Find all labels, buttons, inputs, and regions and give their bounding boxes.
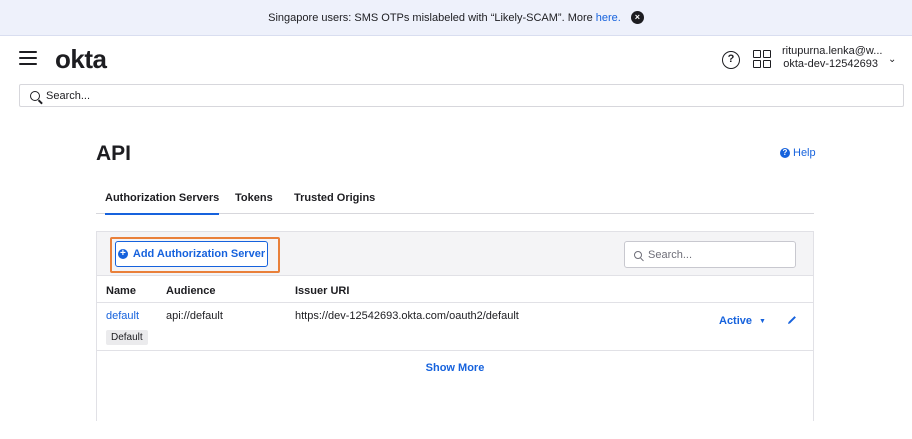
okta-logo[interactable]: okta [55,44,107,75]
chevron-down-icon[interactable]: ⌄ [888,54,896,65]
user-name: ritupurna.lenka@w... [782,45,883,57]
tab-tokens[interactable]: Tokens [235,185,273,214]
divider [97,302,813,303]
help-icon[interactable]: ? [722,51,740,69]
help-link[interactable]: ? Help [780,147,816,159]
banner-message: Singapore users: SMS OTPs mislabeled wit… [268,11,593,24]
announcement-banner: Singapore users: SMS OTPs mislabeled wit… [0,0,912,36]
status-label: Active [719,315,753,327]
add-button-label: Add Authorization Server [132,248,266,260]
banner-link[interactable]: here. [596,12,621,24]
help-icon: ? [780,148,790,158]
global-search-input[interactable] [46,89,346,102]
audience-value: api://default [166,310,223,322]
divider [97,350,813,351]
user-menu[interactable]: ritupurna.lenka@w... okta-dev-12542693 [782,45,883,71]
show-more-link[interactable]: Show More [97,362,813,374]
default-badge: Default [106,330,148,345]
table-toolbar: + Add Authorization Server [97,232,813,276]
caret-down-icon: ▼ [759,317,766,325]
column-header-audience: Audience [166,285,216,297]
table-search-input[interactable] [648,248,778,261]
issuer-uri-value: https://dev-12542693.okta.com/oauth2/def… [295,310,519,322]
tab-bar: Authorization Servers Tokens Trusted Ori… [96,185,814,215]
table-search[interactable] [624,241,796,268]
tab-trusted-origins[interactable]: Trusted Origins [294,185,375,214]
close-icon[interactable]: × [630,11,644,24]
column-header-name: Name [106,285,136,297]
top-header: okta ? ritupurna.lenka@w... okta-dev-125… [0,36,912,82]
page-title: API [96,142,132,165]
apps-grid-icon[interactable] [753,50,771,68]
search-icon [634,250,642,259]
org-name: okta-dev-12542693 [783,58,878,70]
search-icon [30,90,40,101]
edit-pencil-icon[interactable] [786,314,798,326]
hamburger-menu-icon[interactable] [19,51,37,65]
column-header-issuer-uri: Issuer URI [295,285,350,297]
global-search[interactable] [19,84,904,107]
status-dropdown[interactable]: Active ▼ [719,315,766,327]
server-name-link[interactable]: default [106,310,139,322]
authorization-servers-panel: + Add Authorization Server Name Audience… [96,231,814,421]
add-authorization-server-button[interactable]: + Add Authorization Server [115,241,268,267]
help-label: Help [793,147,816,159]
plus-circle-icon: + [117,249,128,259]
tab-authorization-servers[interactable]: Authorization Servers [105,185,220,215]
